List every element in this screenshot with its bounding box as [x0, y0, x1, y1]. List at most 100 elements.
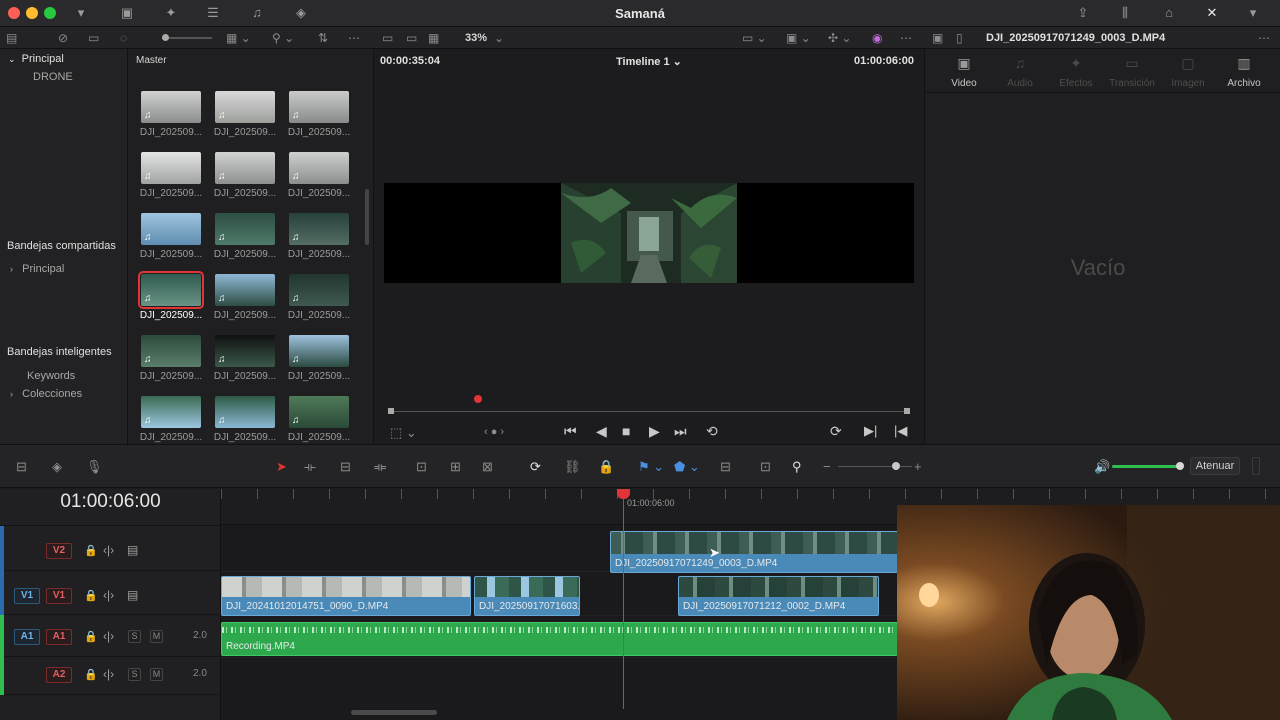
stop-button[interactable]: ■: [622, 423, 630, 439]
media-thumb[interactable]: ♫: [141, 213, 201, 245]
media-thumb[interactable]: ♫: [141, 396, 201, 428]
loop-icon[interactable]: ◌: [120, 30, 127, 46]
inspector-tab-audio[interactable]: Audio: [989, 78, 1051, 89]
go-to-end-button[interactable]: ⏭: [674, 423, 687, 440]
match-frame-button[interactable]: ⟳: [830, 423, 842, 440]
volume-slider-handle[interactable]: [1176, 462, 1184, 470]
inspector-tab-file-icon[interactable]: ▥: [1213, 55, 1275, 72]
replace-clip-icon[interactable]: ⊠: [482, 460, 493, 474]
zoom-in-icon[interactable]: +: [914, 460, 922, 474]
media-thumb[interactable]: ♫: [289, 152, 349, 184]
timeline-view-options-icon[interactable]: ⊟: [16, 460, 27, 474]
track-a1-mute-button[interactable]: M: [150, 630, 163, 643]
track-a1-autoselect-icon[interactable]: ‹|›: [103, 629, 114, 643]
media-thumb[interactable]: ♫: [138, 271, 204, 309]
panel-toggle-icon[interactable]: ▾: [1244, 5, 1262, 21]
voiceover-mic-icon[interactable]: 🎙: [86, 460, 103, 474]
media-thumb[interactable]: ♫: [215, 213, 275, 245]
media-thumb[interactable]: ♫: [289, 396, 349, 428]
media-thumb[interactable]: ♫: [215, 91, 275, 123]
linked-selection-icon[interactable]: ⛓: [564, 460, 581, 474]
viewer-playhead[interactable]: [474, 395, 482, 403]
track-v2-lock-icon[interactable]: 🔒: [84, 544, 98, 557]
selection-tool-icon[interactable]: ➤: [276, 460, 287, 474]
timeline-clip-a1[interactable]: Recording.MP4: [221, 622, 898, 656]
dynamic-trim-icon[interactable]: ⊟: [340, 460, 351, 474]
media-thumb[interactable]: ♫: [289, 335, 349, 367]
media-thumb[interactable]: ♫: [289, 91, 349, 123]
inspector-more-icon[interactable]: ⋯: [1258, 30, 1270, 46]
color-marker-icon[interactable]: ◈: [52, 460, 62, 474]
upload-icon[interactable]: ⇪: [1074, 5, 1092, 21]
sidebar-toggle-icon[interactable]: ▤: [6, 30, 17, 46]
marker-icon[interactable]: ⬟ ⌄: [674, 460, 700, 474]
track-a1-label[interactable]: A1: [46, 629, 72, 645]
timeline-clip-v1-3[interactable]: DJI_20250917071212_0002_D.MP4: [678, 576, 879, 616]
search-icon[interactable]: ⚲ ⌄: [272, 30, 294, 46]
zoom-dropdown-icon[interactable]: ⌄: [494, 30, 504, 46]
inspector-tab-image[interactable]: Imagen: [1157, 78, 1219, 89]
volume-icon[interactable]: 🔊: [1094, 460, 1110, 474]
grid-view-icon[interactable]: ▦ ⌄: [226, 30, 251, 46]
track-v1-autoselect-icon[interactable]: ‹|›: [103, 588, 114, 602]
jog-control-icon[interactable]: ‹ ● ›: [484, 426, 504, 438]
media-thumb[interactable]: ♫: [215, 396, 275, 428]
viewer-more-icon[interactable]: ⋯: [900, 30, 912, 46]
inspector-tab-video[interactable]: Video: [933, 78, 995, 89]
track-v1-lock-icon[interactable]: 🔒: [84, 589, 98, 602]
zoom-out-icon[interactable]: −: [823, 460, 831, 474]
volume-slider[interactable]: [1112, 465, 1180, 468]
clip-view-icon[interactable]: ▭ ⌄: [742, 30, 767, 46]
inspector-tab-transition[interactable]: Transición: [1101, 78, 1163, 89]
play-button[interactable]: ▶: [649, 423, 660, 440]
track-a2-lock-icon[interactable]: 🔒: [84, 668, 98, 681]
thumbnail-size-slider[interactable]: [162, 34, 212, 41]
loop-button[interactable]: ⟲: [706, 423, 718, 440]
timeline-clip-v1-1[interactable]: DJI_20241012014751_0090_D.MP4: [221, 576, 471, 616]
go-to-start-button[interactable]: ⏮: [564, 423, 577, 440]
track-a2-label[interactable]: A2: [46, 667, 72, 683]
track-v1-disable-icon[interactable]: ▤: [127, 588, 138, 602]
inspector-tab-icon[interactable]: ▣: [932, 30, 943, 46]
track-a1-lock-icon[interactable]: 🔒: [84, 630, 98, 643]
inspector-tab-video-icon[interactable]: ▣: [933, 55, 995, 72]
track-v2-disable-icon[interactable]: ▤: [127, 543, 138, 557]
sort-icon[interactable]: ⇅: [318, 30, 328, 46]
zoom-level[interactable]: 33%: [465, 30, 487, 46]
track-a2-autoselect-icon[interactable]: ‹|›: [103, 667, 114, 681]
dual-viewer-icon[interactable]: ▭: [406, 30, 417, 46]
detail-zoom-icon[interactable]: ⊡: [760, 460, 771, 474]
cinema-icon[interactable]: ▦: [428, 30, 439, 46]
track-a2-mute-button[interactable]: M: [150, 668, 163, 681]
inspector-tab-effects[interactable]: Efectos: [1045, 78, 1107, 89]
media-thumb[interactable]: ♫: [289, 274, 349, 306]
viewer-scrubber[interactable]: [390, 411, 908, 412]
track-v1-source-patch[interactable]: V1: [14, 588, 40, 604]
inspector-split-icon[interactable]: ▯: [956, 30, 963, 46]
inspector-icon[interactable]: ✕: [1203, 5, 1221, 21]
attenuate-button[interactable]: Atenuar: [1190, 457, 1240, 475]
inspector-tab-audio-icon[interactable]: ♫: [989, 55, 1051, 71]
transform-icon[interactable]: ✣ ⌄: [828, 30, 851, 46]
media-thumb[interactable]: ♫: [289, 213, 349, 245]
full-extent-zoom-icon[interactable]: ⊟: [720, 460, 731, 474]
viewer-options-icon[interactable]: ⬚ ⌄: [390, 425, 417, 441]
insert-clip-icon[interactable]: ⊡: [416, 460, 427, 474]
bin-principal-item[interactable]: ⌄ Principal: [8, 53, 64, 65]
track-v1-label[interactable]: V1: [46, 588, 72, 604]
timeline-zoom-slider[interactable]: [838, 466, 912, 467]
in-point-marker[interactable]: [388, 408, 394, 414]
media-pool-scrollbar[interactable]: [365, 189, 369, 245]
track-v2-autoselect-icon[interactable]: ‹|›: [103, 543, 114, 557]
track-a2-solo-button[interactable]: S: [128, 668, 141, 681]
timeline-zoom-slider-handle[interactable]: [892, 462, 900, 470]
media-thumb[interactable]: ♫: [215, 152, 275, 184]
metadata-icon[interactable]: ⌂: [1160, 5, 1178, 21]
media-thumb[interactable]: ♫: [215, 274, 275, 306]
mark-out-button[interactable]: |◀: [894, 423, 907, 439]
link-icon[interactable]: ⊘: [58, 30, 68, 46]
collections-item[interactable]: › Colecciones: [10, 388, 82, 400]
shared-principal-item[interactable]: › Principal: [10, 263, 64, 275]
keywords-item[interactable]: Keywords: [27, 370, 75, 382]
timeline-playhead[interactable]: [623, 489, 624, 709]
